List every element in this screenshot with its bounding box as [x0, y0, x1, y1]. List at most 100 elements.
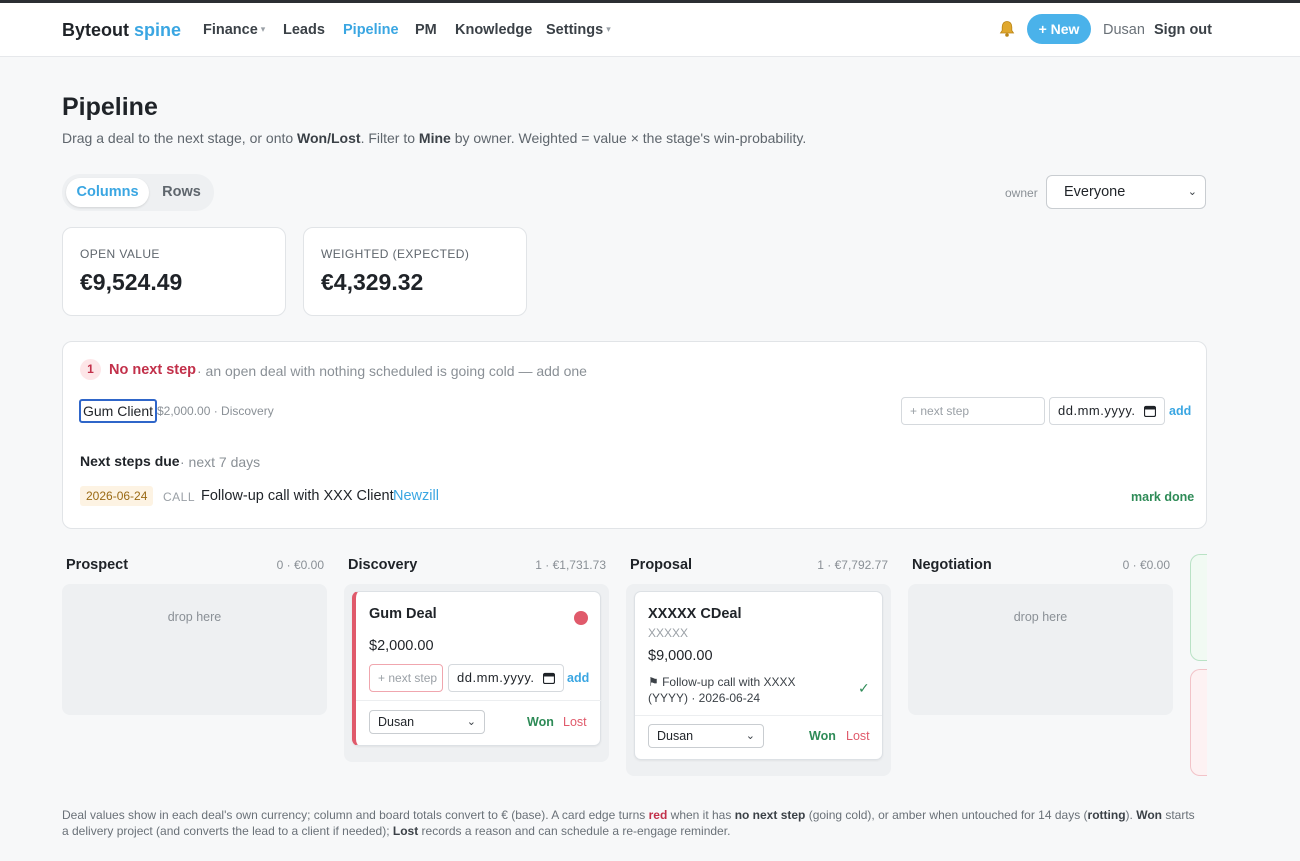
deal-owner-select[interactable]: Dusan ⌄ — [648, 724, 764, 748]
due-client-link[interactable]: Newzill — [393, 488, 439, 504]
deal-card-xxxxx-cdeal[interactable]: XXXXX CDeal XXXXX $9,000.00 ⚑ Follow-up … — [634, 591, 883, 760]
nav-pm[interactable]: PM — [415, 22, 437, 38]
open-value-amount: €9,524.49 — [80, 269, 183, 295]
subtitle-text: by owner. Weighted = value × the stage's… — [450, 130, 807, 146]
calendar-icon[interactable] — [543, 672, 555, 684]
lost-button[interactable]: Lost — [563, 715, 587, 729]
next-steps-due-subtitle: · next 7 days — [180, 454, 261, 470]
nav-settings-label: Settings — [546, 22, 604, 38]
mark-done-button[interactable]: mark done — [1131, 490, 1194, 504]
page-subtitle: Drag a deal to the next stage, or onto W… — [62, 130, 806, 146]
view-columns-option[interactable]: Columns — [66, 178, 149, 207]
subtitle-text: . Filter to — [360, 130, 419, 146]
date-placeholder: dd.mm.yyyy. — [1058, 403, 1136, 418]
column-discovery-summary: 1 · €1,731.73 — [535, 558, 606, 572]
card-divider — [635, 715, 882, 716]
column-negotiation-summary: 0 · €0.00 — [1122, 558, 1170, 572]
subtitle-bold-won-lost: Won/Lost — [297, 130, 361, 146]
brand-logo[interactable]: Byteout spine — [62, 20, 181, 41]
due-text: Follow-up call with XXX Client — [201, 488, 394, 504]
sign-out-link[interactable]: Sign out — [1154, 22, 1212, 38]
subtitle-bold-mine: Mine — [418, 130, 451, 146]
subtitle-text: Drag a deal to the next stage, or onto — [62, 130, 298, 146]
weighted-value-card: WEIGHTED (EXPECTED) €4,329.32 — [303, 227, 527, 316]
due-date-badge: 2026-06-24 — [80, 486, 154, 506]
column-proposal-summary: 1 · €7,792.77 — [817, 558, 888, 572]
footnote-text: when it has — [667, 808, 735, 822]
deal-card-gum-deal[interactable]: Gum Deal $2,000.00 + next step dd.mm.yyy… — [352, 591, 601, 746]
column-prospect-summary: 0 · €0.00 — [276, 558, 324, 572]
nav-finance[interactable]: Finance ▾ — [203, 22, 265, 38]
footnote-no-next-step: no next step — [734, 808, 806, 822]
chevron-down-icon: ▾ — [606, 24, 611, 34]
next-step-input[interactable]: + next step — [369, 664, 443, 692]
status-dot — [574, 611, 588, 625]
board-clip — [1207, 550, 1300, 790]
date-placeholder: dd.mm.yyyy. — [457, 670, 535, 685]
column-discovery-title: Discovery — [348, 557, 418, 573]
add-next-step-button[interactable]: add — [567, 671, 589, 685]
due-type: CALL — [163, 490, 196, 504]
next-step-note: ⚑ Follow-up call with XXXX (YYYY) · 2026… — [648, 675, 796, 705]
new-button[interactable]: + New — [1027, 14, 1091, 44]
card-divider — [356, 700, 601, 701]
weighted-value-label: WEIGHTED (EXPECTED) — [321, 247, 470, 261]
add-next-step-button[interactable]: add — [1169, 404, 1191, 418]
column-proposal-title: Proposal — [630, 557, 693, 573]
chevron-down-icon: ⌄ — [466, 716, 476, 728]
view-rows-option[interactable]: Rows — [154, 178, 209, 207]
deal-owner-select[interactable]: Dusan ⌄ — [369, 710, 485, 734]
page-title: Pipeline — [62, 93, 158, 121]
nav-pipeline[interactable]: Pipeline — [343, 22, 399, 38]
nav-settings[interactable]: Settings ▾ — [546, 22, 611, 38]
footnote-text: records a reason and can schedule a re-e… — [418, 824, 731, 838]
no-next-step-description: · an open deal with nothing scheduled is… — [197, 363, 587, 379]
drop-here-hint: drop here — [1013, 610, 1068, 624]
nav-leads[interactable]: Leads — [283, 22, 325, 38]
owner-select-value: Everyone — [1064, 184, 1126, 200]
won-button[interactable]: Won — [527, 715, 554, 729]
no-next-step-count: 1 — [80, 359, 101, 380]
column-prospect-dropzone[interactable]: drop here — [62, 584, 327, 715]
cold-deal-link[interactable]: Gum Client — [79, 399, 158, 423]
no-next-step-title: No next step — [109, 362, 197, 378]
deal-amount: $2,000.00 — [369, 638, 434, 654]
open-value-label: OPEN VALUE — [80, 247, 160, 261]
owner-select[interactable]: Everyone ⌄ — [1046, 175, 1206, 209]
user-name[interactable]: Dusan — [1103, 22, 1145, 38]
footnote-red: red — [648, 808, 668, 822]
footnote-rotting: rotting — [1087, 808, 1126, 822]
view-toggle: Columns Rows — [62, 174, 214, 211]
column-prospect-title: Prospect — [66, 557, 129, 573]
owner-value: Dusan — [657, 729, 694, 743]
won-button[interactable]: Won — [809, 729, 836, 743]
calendar-icon[interactable] — [1144, 405, 1156, 417]
chevron-down-icon: ⌄ — [745, 730, 755, 742]
lost-button[interactable]: Lost — [846, 729, 870, 743]
attention-panel: 1 No next step · an open deal with nothi… — [62, 341, 1207, 529]
next-step-date-input[interactable]: dd.mm.yyyy. — [448, 664, 564, 692]
open-value-card: OPEN VALUE €9,524.49 — [62, 227, 286, 316]
cold-deal-meta: $2,000.00 · Discovery — [157, 404, 274, 418]
footnote-lost: Lost — [392, 824, 419, 838]
deal-title[interactable]: Gum Deal — [369, 606, 437, 622]
drop-here-hint: drop here — [167, 610, 222, 624]
next-step-input[interactable]: + next step — [901, 397, 1045, 425]
footnote-text: Deal values show in each deal's own curr… — [62, 808, 649, 822]
check-icon[interactable]: ✓ — [858, 680, 870, 697]
weighted-value-amount: €4,329.32 — [321, 269, 424, 295]
footnote-won: Won — [1136, 808, 1162, 822]
deal-amount: $9,000.00 — [648, 648, 713, 664]
brand-accent: spine — [134, 20, 182, 40]
brand-name: Byteout — [62, 20, 129, 40]
top-nav: Byteout spine Finance ▾ Leads Pipeline PM… — [0, 3, 1300, 57]
nav-knowledge[interactable]: Knowledge — [455, 22, 532, 38]
next-step-date-input[interactable]: dd.mm.yyyy. — [1049, 397, 1165, 425]
bell-icon[interactable] — [999, 20, 1015, 38]
column-negotiation-dropzone[interactable]: drop here — [908, 584, 1173, 715]
deal-title[interactable]: XXXXX CDeal — [648, 606, 742, 622]
chevron-down-icon: ▾ — [260, 24, 266, 34]
footnote-text: ). — [1125, 808, 1137, 822]
nav-finance-label: Finance — [203, 22, 258, 38]
footnote: Deal values show in each deal's own curr… — [62, 807, 1202, 839]
